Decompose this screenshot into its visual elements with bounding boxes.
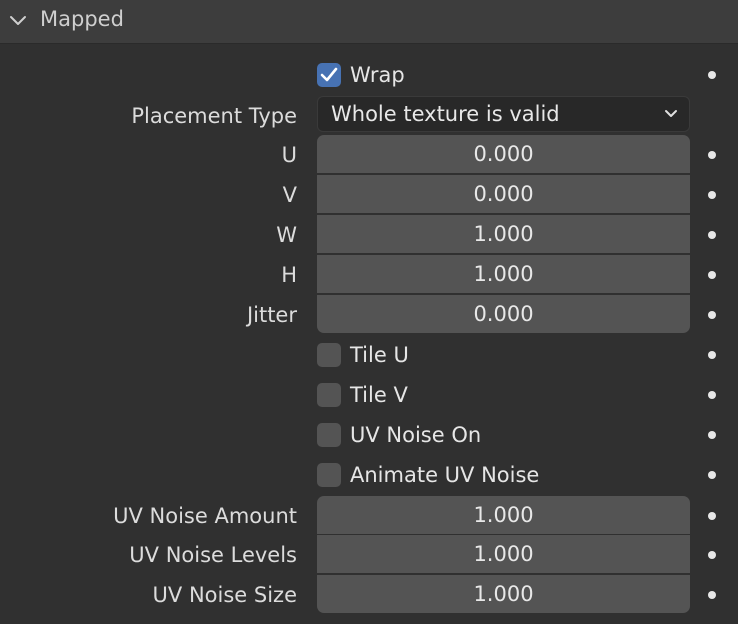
field-label-w: W (276, 223, 297, 247)
tile-u-checkbox[interactable] (317, 343, 341, 367)
keyframe-dot-icon[interactable] (708, 71, 716, 79)
wrap-label: Wrap (350, 63, 405, 87)
wrap-checkbox[interactable] (317, 63, 341, 87)
uv-noise-size-field[interactable]: 1.000 (317, 575, 690, 613)
uv-noise-size-row: UV Noise Size 1.000 (0, 575, 738, 615)
uv-noise-on-label: UV Noise On (350, 423, 482, 447)
keyframe-dot-icon[interactable] (708, 551, 716, 559)
uv-noise-size-label: UV Noise Size (152, 583, 297, 607)
keyframe-dot-icon[interactable] (708, 351, 716, 359)
chevron-down-icon (10, 16, 26, 25)
panel-title: Mapped (40, 7, 124, 31)
wrap-row: Wrap (0, 55, 738, 95)
chevron-down-icon (665, 110, 677, 117)
uv-noise-amount-label: UV Noise Amount (113, 504, 297, 528)
tile-v-checkbox[interactable] (317, 383, 341, 407)
panel-header-mapped[interactable]: Mapped (0, 0, 738, 44)
v-field[interactable]: 0.000 (317, 175, 690, 213)
placement-type-value: Whole texture is valid (331, 102, 560, 126)
tile-u-row: Tile U (0, 335, 738, 375)
checkmark-icon (320, 67, 338, 82)
animate-uv-noise-label: Animate UV Noise (350, 463, 540, 487)
keyframe-dot-icon[interactable] (708, 231, 716, 239)
field-label-u: U (281, 143, 297, 167)
uv-noise-amount-row: UV Noise Amount 1.000 (0, 496, 738, 536)
placement-type-label: Placement Type (131, 104, 297, 128)
placement-type-dropdown[interactable]: Whole texture is valid (317, 96, 690, 132)
uv-noise-levels-field[interactable]: 1.000 (317, 535, 690, 573)
keyframe-dot-icon[interactable] (708, 151, 716, 159)
keyframe-dot-icon[interactable] (708, 271, 716, 279)
h-field[interactable]: 1.000 (317, 255, 690, 293)
uv-noise-levels-row: UV Noise Levels 1.000 (0, 535, 738, 575)
placement-type-row: Placement Type Whole texture is valid (0, 96, 738, 136)
u-field[interactable]: 0.000 (317, 135, 690, 173)
field-row-jitter: Jitter 0.000 (0, 295, 738, 335)
tile-v-row: Tile V (0, 375, 738, 415)
tile-v-label: Tile V (350, 383, 408, 407)
uv-noise-on-checkbox[interactable] (317, 423, 341, 447)
tile-u-label: Tile U (350, 343, 409, 367)
keyframe-dot-icon[interactable] (708, 311, 716, 319)
uv-noise-amount-field[interactable]: 1.000 (317, 496, 690, 534)
keyframe-dot-icon[interactable] (708, 471, 716, 479)
w-field[interactable]: 1.000 (317, 215, 690, 253)
keyframe-dot-icon[interactable] (708, 391, 716, 399)
keyframe-dot-icon[interactable] (708, 191, 716, 199)
field-row-u: U 0.000 (0, 135, 738, 175)
animate-uv-noise-row: Animate UV Noise (0, 455, 738, 495)
field-row-w: W 1.000 (0, 215, 738, 255)
field-label-jitter: Jitter (246, 303, 297, 327)
field-label-v: V (282, 183, 297, 207)
jitter-field[interactable]: 0.000 (317, 295, 690, 333)
field-label-h: H (281, 263, 297, 287)
animate-uv-noise-checkbox[interactable] (317, 463, 341, 487)
keyframe-dot-icon[interactable] (708, 512, 716, 520)
uv-noise-on-row: UV Noise On (0, 415, 738, 455)
uv-noise-levels-label: UV Noise Levels (129, 543, 297, 567)
keyframe-dot-icon[interactable] (708, 591, 716, 599)
keyframe-dot-icon[interactable] (708, 431, 716, 439)
field-row-h: H 1.000 (0, 255, 738, 295)
field-row-v: V 0.000 (0, 175, 738, 215)
